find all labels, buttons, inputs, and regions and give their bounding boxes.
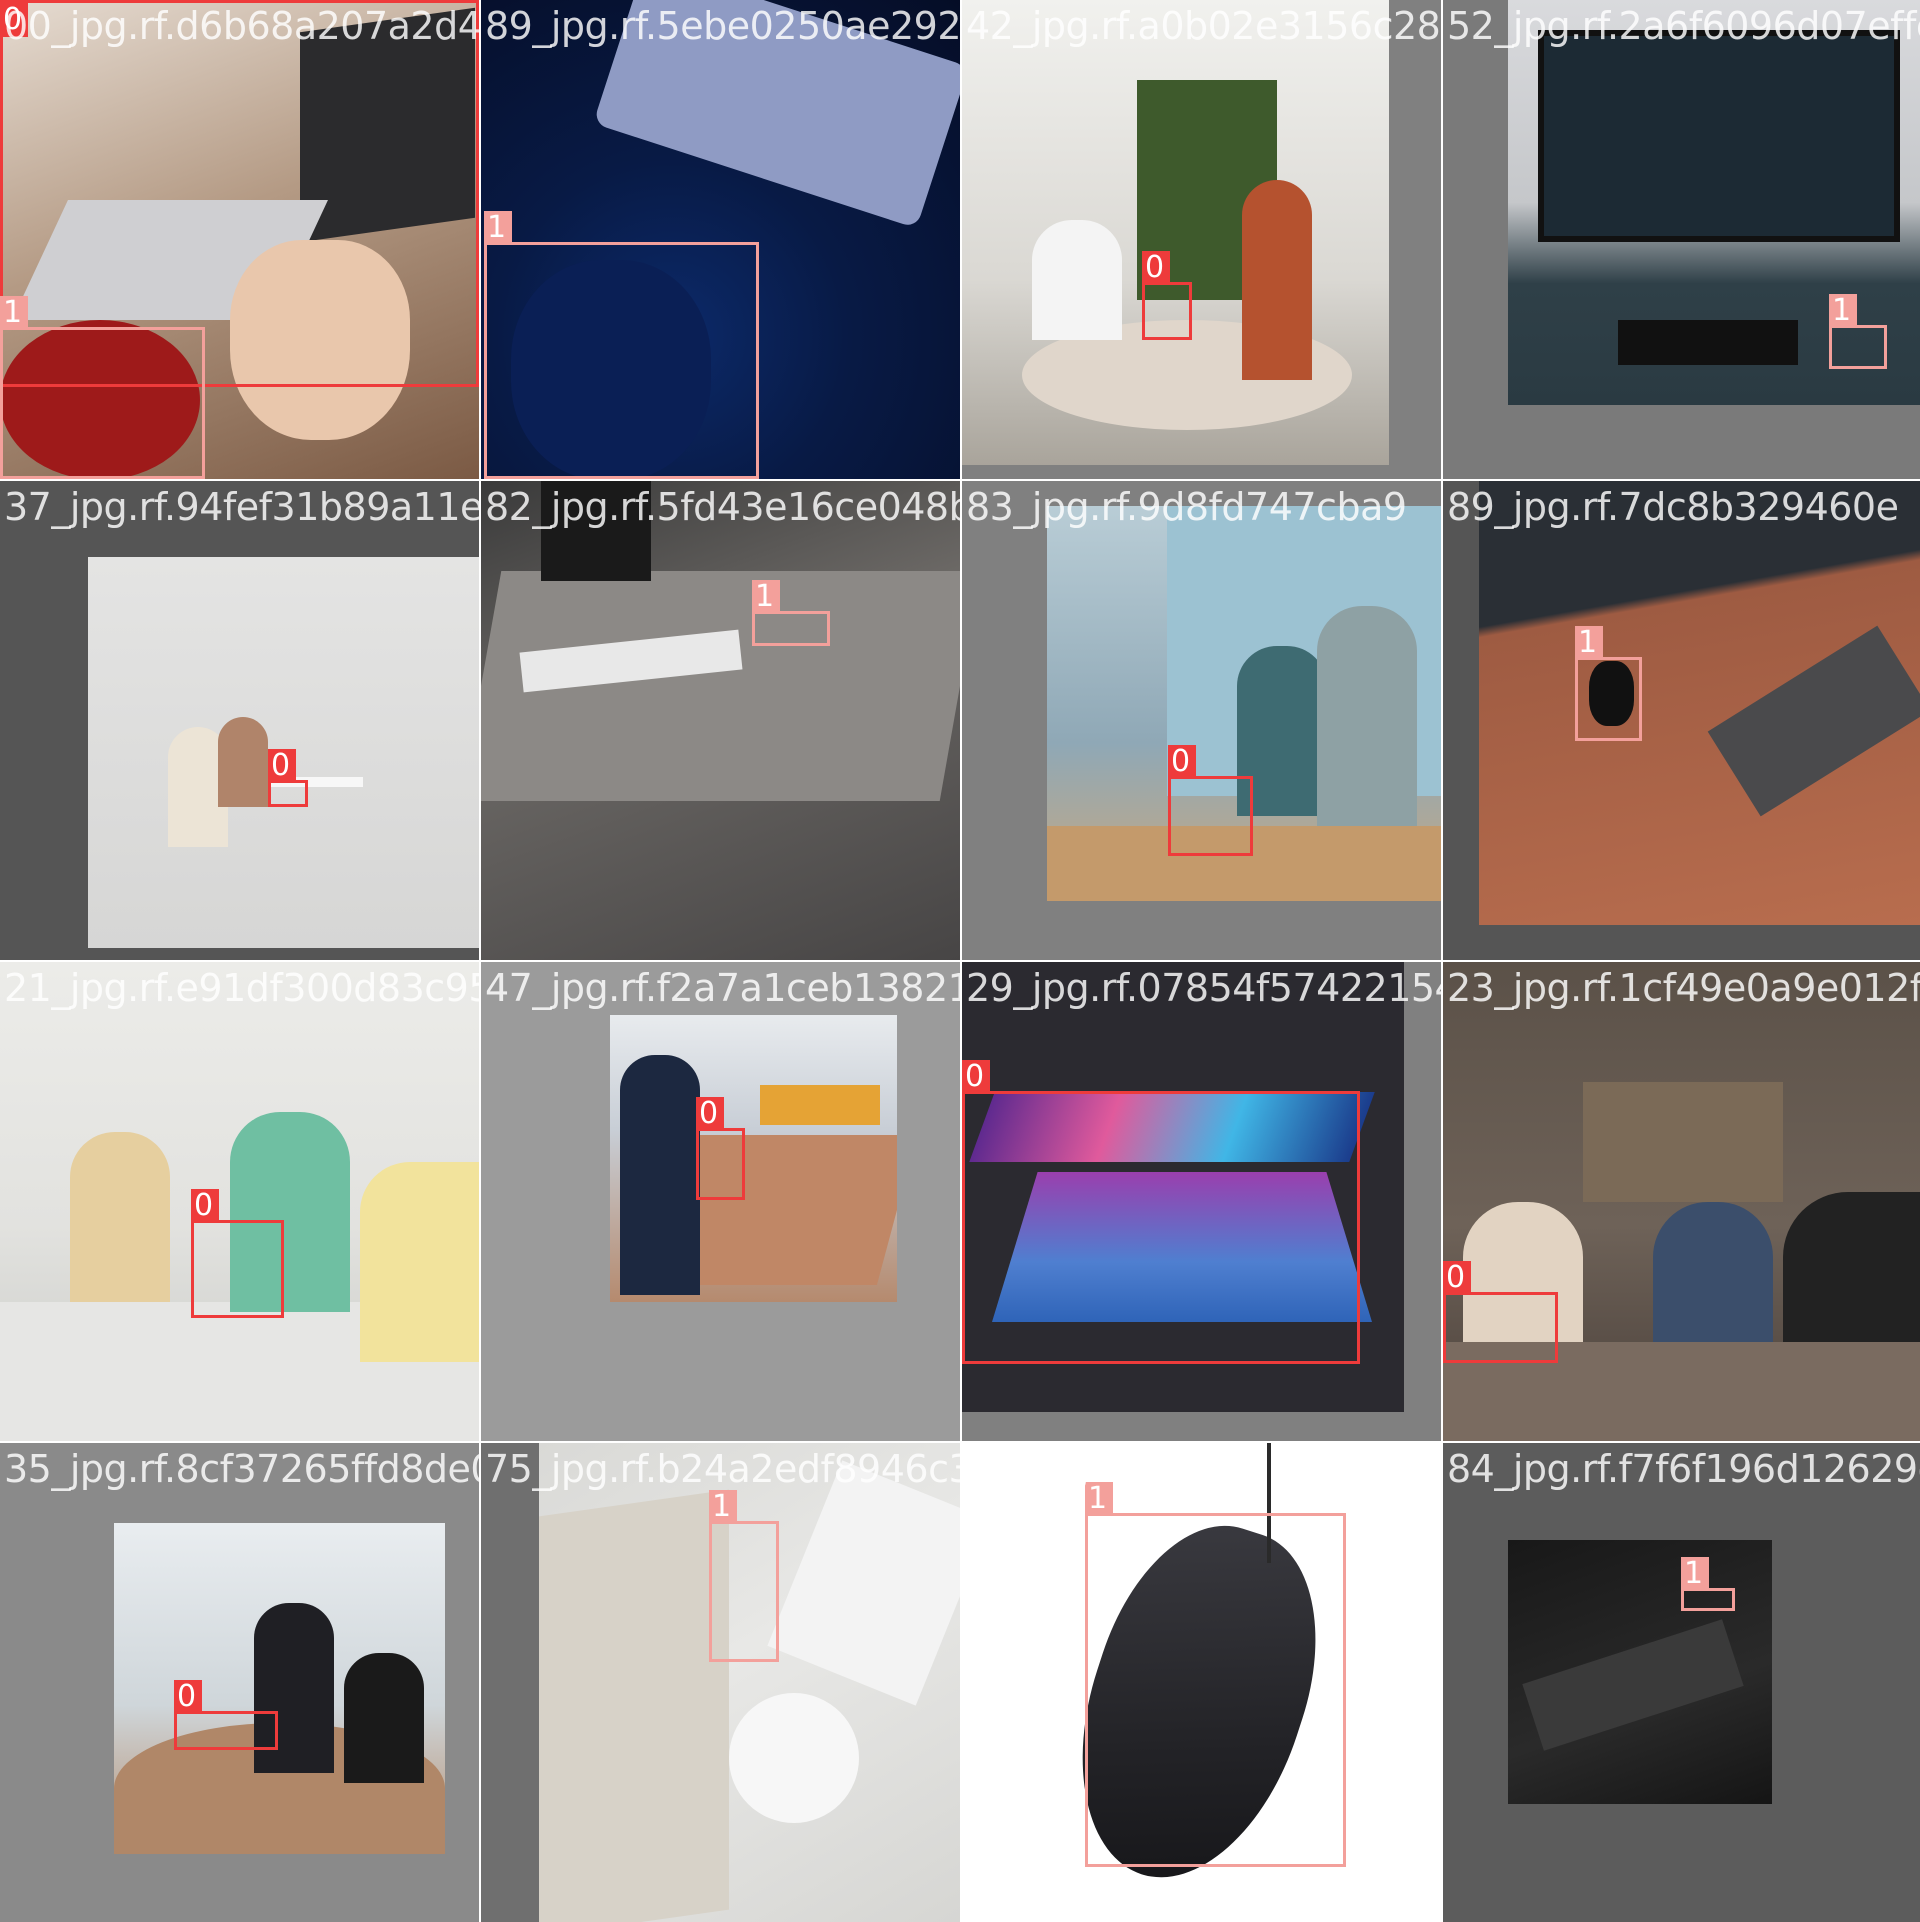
person-shape (620, 1055, 700, 1295)
bbox: 1 (1829, 294, 1887, 369)
bbox-class-label: 0 (268, 749, 296, 783)
person-shape (218, 717, 268, 807)
bbox-class-label: 0 (191, 1189, 219, 1223)
photo-group-meeting (0, 962, 479, 1441)
bbox-class-label: 0 (1443, 1261, 1471, 1295)
person-shape (344, 1653, 424, 1783)
monitor-stand-shape (541, 481, 651, 581)
tile-11: 29_jpg.rf.07854f574221547b8 0 (962, 962, 1441, 1441)
bbox: 0 (1443, 1261, 1558, 1363)
bbox: 1 (752, 580, 830, 646)
monitor-shape (1538, 30, 1900, 242)
tile-2: 89_jpg.rf.5ebe0250ae292c4 1 (481, 0, 960, 479)
bbox-class-label: 1 (1829, 294, 1857, 328)
tile-caption: 84_jpg.rf.f7f6f196d12629d3 (1447, 1447, 1920, 1491)
photo-white-accessories (539, 1443, 960, 1922)
round-object-shape (729, 1693, 859, 1823)
photo-grey-desk (481, 481, 960, 960)
bbox-class-label: 1 (1085, 1482, 1113, 1516)
bbox: 1 (0, 296, 205, 479)
tile-9: 21_jpg.rf.e91df300d83c9571 0 (0, 962, 479, 1441)
tile-caption: 35_jpg.rf.8cf37265ffd8de07d (4, 1447, 479, 1491)
shelf-shape (1583, 1082, 1783, 1202)
photo-team-discussion (1443, 962, 1920, 1441)
tile-1: 00_jpg.rf.d6b68a207a2d45a8 0 1 (0, 0, 479, 479)
photo-wood-desk (1479, 481, 1920, 925)
tile-5: 37_jpg.rf.94fef31b89a11e72 0 (0, 481, 479, 960)
bbox: 0 (962, 1060, 1360, 1364)
bbox: 0 (191, 1189, 284, 1318)
tile-6: 82_jpg.rf.5fd43e16ce048b7 1 (481, 481, 960, 960)
keyboard-shape (1522, 1619, 1744, 1751)
bbox: 0 (268, 749, 308, 807)
person-shape (1653, 1202, 1773, 1362)
bbox-class-label: 1 (1681, 1557, 1709, 1591)
photo-conference-table (610, 1015, 897, 1302)
photo-office-standing (114, 1523, 445, 1854)
bbox: 0 (696, 1097, 745, 1200)
person-shape (1032, 220, 1122, 340)
photo-dark-desk (1508, 1540, 1772, 1804)
tile-16: 84_jpg.rf.f7f6f196d12629d3 1 (1443, 1443, 1920, 1922)
bbox: 1 (1085, 1482, 1346, 1867)
keyboard-shape (593, 0, 960, 229)
tile-10: 47_jpg.rf.f2a7a1ceb1382152 0 (481, 962, 960, 1441)
bbox: 0 (174, 1680, 278, 1750)
bbox: 1 (484, 211, 759, 479)
tile-4: 52_jpg.rf.2a6f6096d07effc1 1 (1443, 0, 1920, 479)
bbox-class-label: 0 (696, 1097, 724, 1131)
tile-caption: 37_jpg.rf.94fef31b89a11e72 (4, 485, 479, 529)
tile-15: 04_jpg.rf.d64f1d8dd27b0d24b 1 (962, 1443, 1441, 1922)
tile-caption: 47_jpg.rf.f2a7a1ceb1382152 (485, 966, 960, 1010)
tile-13: 35_jpg.rf.8cf37265ffd8de07d 0 (0, 1443, 479, 1922)
bbox-class-label: 1 (1575, 626, 1603, 660)
bbox-class-label: 0 (962, 1060, 990, 1094)
bbox-class-label: 1 (484, 211, 512, 245)
tile-7: 83_jpg.rf.9d8fd747cba9 0 (962, 481, 1441, 960)
bbox: 1 (709, 1490, 779, 1662)
photo-meeting-room (962, 0, 1389, 465)
book-shape (539, 1489, 729, 1922)
chair-shape (760, 1085, 880, 1125)
bbox-class-label: 1 (709, 1490, 737, 1524)
bbox-class-label: 1 (752, 580, 780, 614)
bbox: 0 (1142, 251, 1192, 340)
keyboard-shape (1707, 625, 1920, 817)
person-shape (70, 1132, 170, 1302)
bbox-class-label: 0 (1142, 251, 1170, 285)
detection-mosaic: 00_jpg.rf.d6b68a207a2d45a8 0 1 89_jpg.rf… (0, 0, 1920, 1922)
bbox-class-label: 0 (174, 1680, 202, 1714)
bbox-class-label: 0 (1168, 745, 1196, 779)
tile-3: 42_jpg.rf.a0b02e3156c2858f 0 (962, 0, 1441, 479)
bbox-class-label: 1 (0, 296, 28, 330)
bbox: 1 (1681, 1557, 1735, 1611)
person-shape (1242, 180, 1312, 380)
keyboard-shape (767, 1460, 960, 1706)
person-shape (1317, 606, 1417, 826)
bbox: 0 (1168, 745, 1253, 856)
person-shape (360, 1162, 479, 1362)
tile-8: 89_jpg.rf.7dc8b329460e 1 (1443, 481, 1920, 960)
bbox: 1 (1575, 626, 1642, 741)
keyboard-shape (1618, 320, 1798, 365)
tile-14: 75_jpg.rf.b24a2edf8946c3eea 1 (481, 1443, 960, 1922)
bbox-class-label: 0 (0, 3, 28, 37)
tile-12: 23_jpg.rf.1cf49e0a9e012fadf 0 (1443, 962, 1920, 1441)
